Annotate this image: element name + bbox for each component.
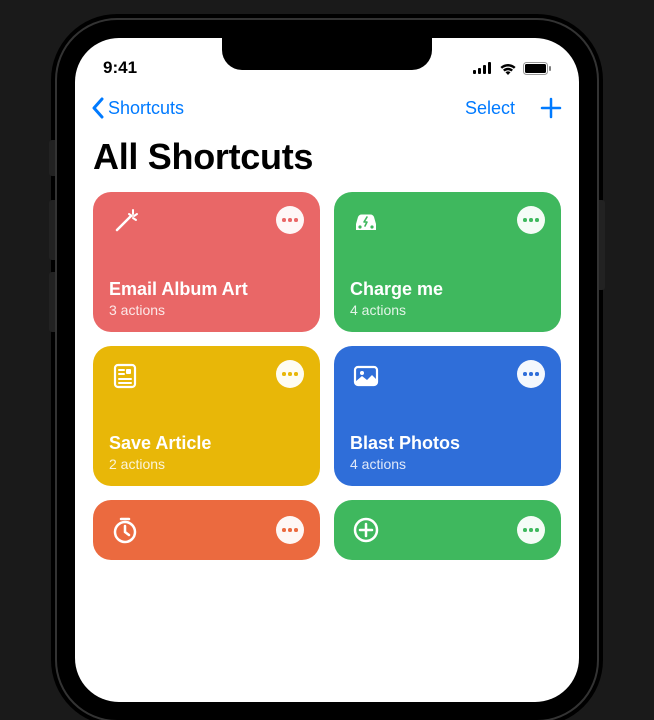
nav-bar: Shortcuts Select: [75, 86, 579, 130]
status-time: 9:41: [103, 58, 137, 78]
tile-title: Charge me: [350, 279, 545, 300]
photo-icon: [350, 360, 382, 392]
plus-circle-icon: [350, 514, 382, 546]
shortcut-tile[interactable]: Email Album Art 3 actions: [93, 192, 320, 332]
shortcut-tile[interactable]: Save Article 2 actions: [93, 346, 320, 486]
screen: 9:41: [75, 38, 579, 702]
tile-subtitle: 4 actions: [350, 302, 545, 318]
shortcut-tile[interactable]: Blast Photos 4 actions: [334, 346, 561, 486]
more-icon: [282, 372, 298, 376]
mute-switch: [49, 140, 55, 176]
tile-subtitle: 3 actions: [109, 302, 304, 318]
plus-icon: [539, 96, 563, 120]
car-icon: [350, 206, 382, 238]
power-button: [599, 200, 605, 290]
timer-icon: [109, 514, 141, 546]
notch: [222, 38, 432, 70]
battery-icon: [523, 62, 551, 75]
more-icon: [523, 528, 539, 532]
back-label: Shortcuts: [108, 98, 184, 119]
more-button[interactable]: [276, 206, 304, 234]
volume-down-button: [49, 272, 55, 332]
more-button[interactable]: [517, 360, 545, 388]
tile-subtitle: 2 actions: [109, 456, 304, 472]
page-title: All Shortcuts: [93, 136, 561, 178]
tile-title: Email Album Art: [109, 279, 304, 300]
more-button[interactable]: [276, 360, 304, 388]
tile-subtitle: 4 actions: [350, 456, 545, 472]
shortcut-tile[interactable]: Charge me 4 actions: [334, 192, 561, 332]
wifi-icon: [499, 62, 517, 75]
shortcut-tile[interactable]: [93, 500, 320, 560]
more-icon: [282, 218, 298, 222]
chevron-left-icon: [91, 97, 104, 119]
article-icon: [109, 360, 141, 392]
title-area: All Shortcuts: [75, 130, 579, 192]
shortcut-tile[interactable]: [334, 500, 561, 560]
more-icon: [523, 372, 539, 376]
add-button[interactable]: [539, 96, 563, 120]
volume-up-button: [49, 200, 55, 260]
select-button[interactable]: Select: [465, 98, 515, 119]
wand-icon: [109, 206, 141, 238]
back-button[interactable]: Shortcuts: [91, 97, 184, 119]
phone-frame: 9:41: [57, 20, 597, 720]
more-button[interactable]: [517, 206, 545, 234]
cellular-icon: [473, 62, 493, 74]
more-button[interactable]: [276, 516, 304, 544]
more-icon: [282, 528, 298, 532]
more-icon: [523, 218, 539, 222]
shortcut-grid: Email Album Art 3 actions Charge me 4 actio…: [75, 192, 579, 560]
more-button[interactable]: [517, 516, 545, 544]
status-icons: [473, 62, 551, 75]
tile-title: Save Article: [109, 433, 304, 454]
tile-title: Blast Photos: [350, 433, 545, 454]
